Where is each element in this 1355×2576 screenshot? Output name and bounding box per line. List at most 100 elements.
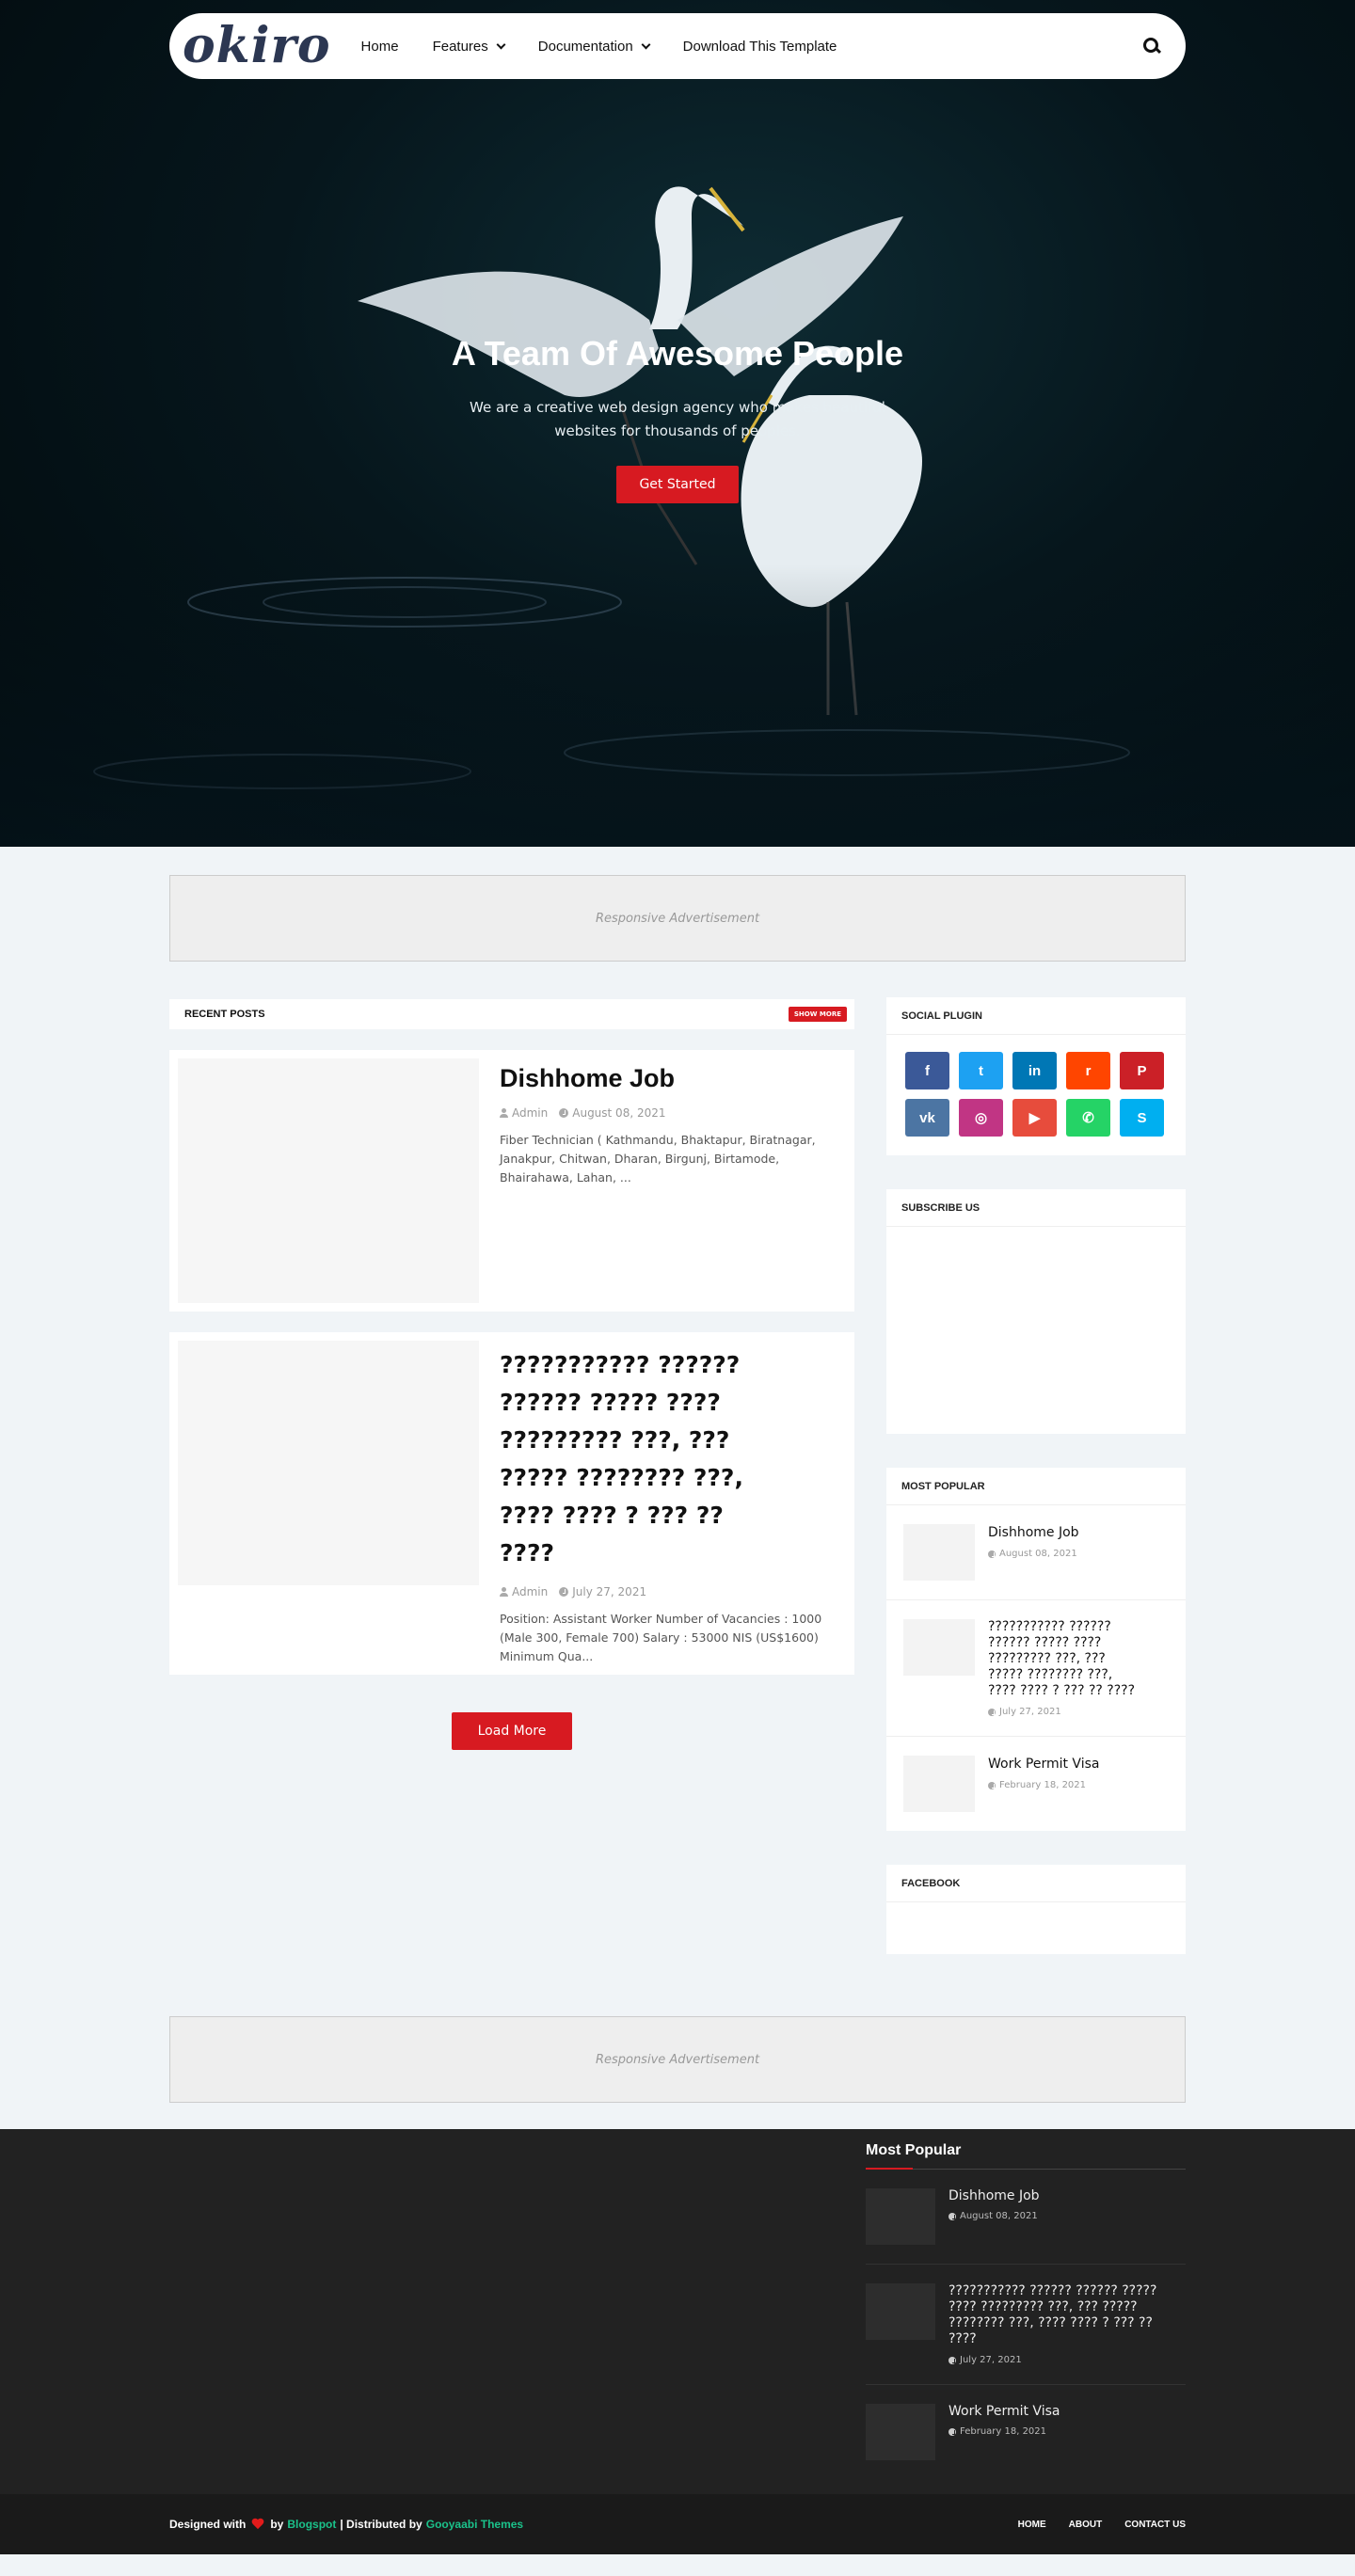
- footer-link-contact[interactable]: CONTACT US: [1124, 2520, 1186, 2530]
- hero-subtitle: We are a creative web design agency who …: [470, 399, 885, 439]
- author-name: Admin: [512, 1585, 549, 1598]
- get-started-button[interactable]: Get Started: [616, 466, 739, 503]
- heart-icon: [251, 2519, 264, 2530]
- facebook-widget: FACEBOOK: [886, 1865, 1186, 1954]
- facebook-icon[interactable]: f: [905, 1052, 949, 1089]
- clock-icon: [559, 1108, 569, 1118]
- recent-posts-column: RECENT POSTS SHOW MORE Dishhome Job Admi…: [169, 997, 854, 1988]
- footer-item-date: February 18, 2021: [948, 2426, 1060, 2437]
- footer-thumbnail[interactable]: [866, 2283, 935, 2340]
- user-icon: [500, 1108, 508, 1118]
- footer-link-home[interactable]: HOME: [1018, 2520, 1046, 2530]
- advertisement-bottom[interactable]: Responsive Advertisement: [169, 2016, 1186, 2103]
- footer-thumbnail[interactable]: [866, 2188, 935, 2245]
- nav-home[interactable]: Home: [361, 39, 399, 55]
- date-text: August 08, 2021: [999, 1549, 1077, 1559]
- clock-icon: [988, 1781, 996, 1789]
- footer-item-body: Dishhome Job August 08, 2021: [935, 2188, 1040, 2245]
- linkedin-icon[interactable]: in: [1012, 1052, 1057, 1089]
- gooyaabi-themes-link[interactable]: Gooyaabi Themes: [426, 2518, 523, 2531]
- popular-thumbnail[interactable]: [903, 1756, 975, 1812]
- popular-date: August 08, 2021: [988, 1549, 1079, 1559]
- footer-item-title[interactable]: ??????????? ?????? ?????? ????? ???? ???…: [948, 2283, 1174, 2347]
- post-date: August 08, 2021: [559, 1106, 666, 1120]
- advertisement-label: Responsive Advertisement: [595, 2052, 760, 2067]
- recent-posts-header: RECENT POSTS SHOW MORE: [169, 999, 854, 1029]
- post-thumbnail[interactable]: [178, 1341, 479, 1585]
- skype-icon[interactable]: S: [1120, 1099, 1164, 1137]
- popular-title[interactable]: Work Permit Visa: [988, 1756, 1099, 1773]
- post-title[interactable]: Dishhome Job: [500, 1064, 837, 1093]
- date-text: February 18, 2021: [960, 2426, 1047, 2437]
- popular-item[interactable]: Dishhome Job August 08, 2021: [886, 1505, 1186, 1600]
- post-excerpt: Position: Assistant Worker Number of Vac…: [500, 1612, 822, 1663]
- post-card: Dishhome Job Admin August 08, 2021 Fiber…: [169, 1050, 854, 1312]
- credit-designed-with: Designed with: [169, 2518, 247, 2531]
- date-text: August 08, 2021: [572, 1106, 666, 1120]
- popular-thumbnail[interactable]: [903, 1619, 975, 1676]
- popular-thumbnail[interactable]: [903, 1524, 975, 1581]
- footer-thumbnail[interactable]: [866, 2404, 935, 2460]
- post-excerpt: Fiber Technician ( Kathmandu, Bhaktapur,…: [500, 1133, 816, 1185]
- pinterest-icon[interactable]: P: [1120, 1052, 1164, 1089]
- social-icons: f t in r Pvk ◎ ▶ ✆ S: [886, 1035, 1186, 1155]
- nav-download-template[interactable]: Download This Template: [683, 39, 837, 55]
- popular-title[interactable]: Dishhome Job: [988, 1524, 1079, 1541]
- post-title[interactable]: ??????????? ?????? ?????? ????? ???? ???…: [500, 1346, 782, 1572]
- most-popular-widget: MOST POPULAR Dishhome Job August 08, 202…: [886, 1468, 1186, 1831]
- footer-link-about[interactable]: ABOUT: [1069, 2520, 1103, 2530]
- footer-item-date: July 27, 2021: [948, 2355, 1174, 2365]
- advertisement-top[interactable]: Responsive Advertisement: [169, 875, 1186, 962]
- post-card: ??????????? ?????? ?????? ????? ???? ???…: [169, 1332, 854, 1675]
- author-name: Admin: [512, 1106, 549, 1120]
- blogspot-link[interactable]: Blogspot: [287, 2518, 336, 2531]
- navbar: okiro Home Features Documentation Downlo…: [169, 13, 1186, 79]
- footer-inner: Most Popular Dishhome Job August 08, 202…: [169, 2129, 1186, 2494]
- load-more-button[interactable]: Load More: [452, 1712, 572, 1750]
- recent-posts-title: RECENT POSTS: [184, 1009, 265, 1020]
- whatsapp-icon[interactable]: ✆: [1066, 1099, 1110, 1137]
- popular-body: Work Permit Visa February 18, 2021: [975, 1756, 1099, 1812]
- footer-popular-item[interactable]: ??????????? ?????? ?????? ????? ???? ???…: [866, 2265, 1186, 2385]
- youtube-icon[interactable]: ▶: [1012, 1099, 1057, 1137]
- clock-icon: [988, 1708, 996, 1716]
- facebook-body: [886, 1902, 1186, 1954]
- clock-icon: [948, 2212, 956, 2220]
- site-logo[interactable]: okiro: [183, 22, 331, 71]
- chevron-down-icon: [496, 40, 506, 49]
- post-meta: Admin July 27, 2021: [500, 1585, 837, 1598]
- twitter-icon[interactable]: t: [959, 1052, 1003, 1089]
- footer-item-title[interactable]: Dishhome Job: [948, 2188, 1040, 2203]
- popular-item[interactable]: Work Permit Visa February 18, 2021: [886, 1737, 1186, 1831]
- date-text: July 27, 2021: [960, 2355, 1022, 2365]
- popular-date: July 27, 2021: [988, 1707, 1139, 1717]
- popular-title[interactable]: ??????????? ?????? ?????? ????? ???? ???…: [988, 1619, 1139, 1699]
- popular-item[interactable]: ??????????? ?????? ?????? ????? ???? ???…: [886, 1600, 1186, 1737]
- credit-by: by: [270, 2518, 284, 2531]
- sidebar: SOCIAL PLUGIN f t in r Pvk ◎ ▶ ✆ S SUBSCRIBE US …: [886, 997, 1186, 1988]
- widget-title: FACEBOOK: [886, 1865, 1186, 1902]
- footer-item-body: Work Permit Visa February 18, 2021: [935, 2404, 1060, 2460]
- footer-popular-item[interactable]: Work Permit Visa February 18, 2021: [866, 2385, 1186, 2479]
- instagram-icon[interactable]: ◎: [959, 1099, 1003, 1137]
- post-thumbnail[interactable]: [178, 1058, 479, 1303]
- popular-date: February 18, 2021: [988, 1780, 1099, 1790]
- credit-distributed: | Distributed by: [340, 2518, 422, 2531]
- show-more-button[interactable]: SHOW MORE: [788, 1007, 847, 1022]
- nav-download-label: Download This Template: [682, 38, 837, 55]
- date-text: February 18, 2021: [999, 1780, 1087, 1790]
- popular-body: Dishhome Job August 08, 2021: [975, 1524, 1079, 1581]
- nav-documentation-label: Documentation: [537, 38, 633, 55]
- reddit-icon[interactable]: r: [1066, 1052, 1110, 1089]
- footer-popular-item[interactable]: Dishhome Job August 08, 2021: [866, 2170, 1186, 2265]
- footer-item-title[interactable]: Work Permit Visa: [948, 2404, 1060, 2419]
- chevron-down-icon: [641, 40, 651, 49]
- widget-title: MOST POPULAR: [886, 1468, 1186, 1505]
- user-icon: [500, 1587, 508, 1597]
- nav-features[interactable]: Features: [433, 39, 506, 55]
- vk-icon[interactable]: vk: [905, 1099, 949, 1137]
- footer-heading: Most Popular: [866, 2142, 1186, 2170]
- date-text: August 08, 2021: [960, 2211, 1038, 2221]
- search-icon[interactable]: [1142, 37, 1161, 56]
- nav-documentation[interactable]: Documentation: [537, 38, 651, 55]
